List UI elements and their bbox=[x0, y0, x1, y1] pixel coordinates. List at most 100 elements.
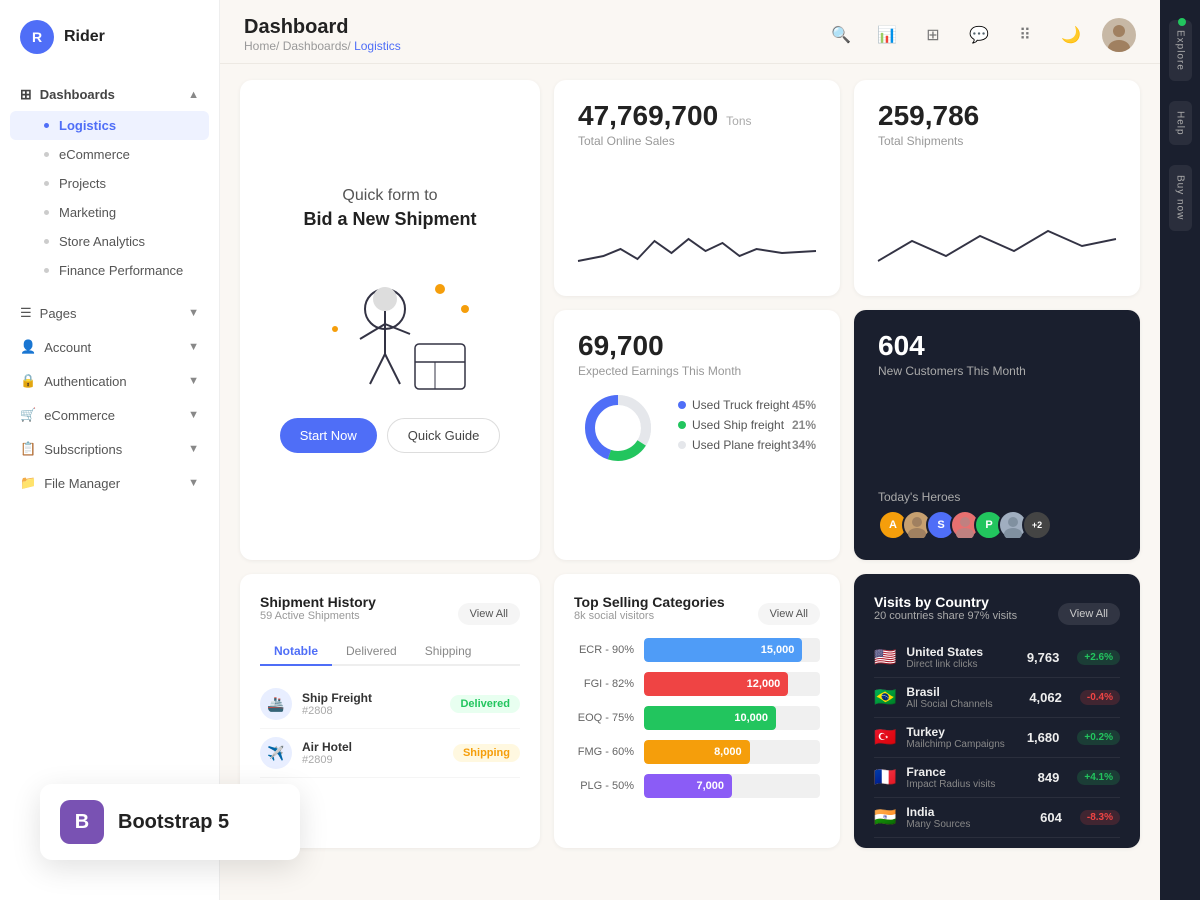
country-source: All Social Channels bbox=[906, 699, 1019, 710]
sidebar-authentication[interactable]: 🔒 Authentication ▼ bbox=[10, 365, 209, 397]
total-shipments-card: 259,786 Total Shipments bbox=[854, 80, 1140, 296]
truck-label: Used Truck freight bbox=[692, 398, 789, 412]
sidebar-logo[interactable]: R Rider bbox=[0, 20, 219, 74]
start-now-button[interactable]: Start Now bbox=[280, 418, 377, 453]
sidebar-account[interactable]: 👤 Account ▼ bbox=[10, 331, 209, 363]
promo-illustration bbox=[300, 254, 480, 394]
sidebar-item-finance-performance[interactable]: Finance Performance bbox=[10, 256, 209, 285]
dashboards-section: ⊞ Dashboards ▲ Logistics eCommerce Proje… bbox=[0, 74, 219, 289]
search-icon[interactable]: 🔍 bbox=[826, 20, 856, 50]
chart-icon[interactable]: 📊 bbox=[872, 20, 902, 50]
country-name: Turkey bbox=[906, 725, 1016, 739]
bootstrap-overlay: B Bootstrap 5 bbox=[40, 784, 300, 860]
bar-fill: 10,000 bbox=[644, 706, 776, 730]
ship-dot bbox=[678, 421, 686, 429]
bar-label: PLG - 50% bbox=[574, 780, 634, 792]
sidebar-item-ecommerce[interactable]: eCommerce bbox=[10, 140, 209, 169]
total-shipments-value: 259,786 bbox=[878, 100, 1116, 132]
countries-title: Visits by Country bbox=[874, 594, 1017, 610]
tab-notable[interactable]: Notable bbox=[260, 638, 332, 666]
countries-subtitle: 20 countries share 97% visits bbox=[874, 610, 1017, 622]
subscriptions-label: Subscriptions bbox=[44, 442, 122, 457]
quick-guide-button[interactable]: Quick Guide bbox=[387, 418, 501, 453]
new-customers-label: New Customers This Month bbox=[878, 364, 1116, 378]
header: Dashboard Home/ Dashboards/ Logistics 🔍 … bbox=[220, 0, 1160, 64]
new-customers-card: 604 New Customers This Month Today's Her… bbox=[854, 310, 1140, 561]
country-flag: 🇫🇷 bbox=[874, 767, 896, 788]
categories-subtitle: 8k social visitors bbox=[574, 610, 725, 622]
table-row: ✈️ Air Hotel #2809 Shipping bbox=[260, 729, 520, 778]
countries-view-all-button[interactable]: View All bbox=[1058, 603, 1120, 625]
dashboards-icon: ⊞ bbox=[20, 86, 32, 103]
shipment-icon: 🚢 bbox=[260, 688, 292, 720]
country-flag: 🇺🇸 bbox=[874, 647, 896, 668]
total-online-sales-card: 47,769,700 Tons Total Online Sales bbox=[554, 80, 840, 296]
tab-delivered[interactable]: Delivered bbox=[332, 638, 411, 666]
sidebar-subscriptions[interactable]: 📋 Subscriptions ▼ bbox=[10, 433, 209, 465]
table-row: 🚢 Ship Freight #2808 Delivered bbox=[260, 680, 520, 729]
account-label: Account bbox=[44, 340, 91, 355]
shipment-info: Ship Freight #2808 bbox=[302, 691, 440, 717]
avatar[interactable] bbox=[1102, 18, 1136, 52]
sidebar-file-manager[interactable]: 📁 File Manager ▼ bbox=[10, 467, 209, 499]
sidebar: R Rider ⊞ Dashboards ▲ Logistics eCommer… bbox=[0, 0, 220, 900]
total-online-sales-unit: Tons bbox=[726, 114, 751, 128]
sidebar-item-label: Projects bbox=[59, 176, 106, 191]
ecommerce-page-chevron: ▼ bbox=[188, 409, 199, 421]
categories-view-all-button[interactable]: View All bbox=[758, 603, 820, 625]
categories-title: Top Selling Categories bbox=[574, 594, 725, 610]
tab-shipping[interactable]: Shipping bbox=[411, 638, 486, 666]
sidebar-pages[interactable]: ☰ Pages ▼ bbox=[10, 297, 209, 329]
total-shipments-label: Total Shipments bbox=[878, 134, 1116, 148]
shipment-subtitle: 59 Active Shipments bbox=[260, 610, 376, 622]
grid-icon[interactable]: ⊞ bbox=[918, 20, 948, 50]
buy-now-button[interactable]: Buy now bbox=[1169, 165, 1192, 230]
auth-icon: 🔒 bbox=[20, 373, 36, 389]
country-source: Mailchimp Campaigns bbox=[906, 739, 1016, 750]
country-value: 604 bbox=[1040, 810, 1062, 825]
shipment-tabs: Notable Delivered Shipping bbox=[260, 638, 520, 666]
avatar-more: +2 bbox=[1022, 510, 1052, 540]
expected-earnings-card: 69,700 Expected Earnings This Month bbox=[554, 310, 840, 561]
plane-dot bbox=[678, 441, 686, 449]
expected-earnings-label: Expected Earnings This Month bbox=[578, 364, 816, 378]
truck-freight-item: Used Truck freight 45% bbox=[678, 398, 816, 412]
country-info: France Impact Radius visits bbox=[906, 765, 1027, 790]
country-change: -8.3% bbox=[1080, 810, 1120, 825]
country-change: +4.1% bbox=[1077, 770, 1120, 785]
bar-fill: 15,000 bbox=[644, 638, 802, 662]
status-badge: Delivered bbox=[450, 695, 520, 713]
shipment-icon-2: ✈️ bbox=[260, 737, 292, 769]
sidebar-item-marketing[interactable]: Marketing bbox=[10, 198, 209, 227]
categories-bars: ECR - 90% 15,000 FGI - 82% 12,000 EOQ - … bbox=[574, 638, 820, 798]
bar-track: 8,000 bbox=[644, 740, 820, 764]
breadcrumb-active: Logistics bbox=[354, 39, 401, 53]
overlay-text: Bootstrap 5 bbox=[118, 811, 229, 834]
country-info: Brasil All Social Channels bbox=[906, 685, 1019, 710]
country-info: United States Direct link clicks bbox=[906, 645, 1016, 670]
sidebar-item-logistics[interactable]: Logistics bbox=[10, 111, 209, 140]
help-button[interactable]: Help bbox=[1169, 101, 1192, 146]
freight-legend: Used Truck freight 45% Used Ship freight… bbox=[678, 398, 816, 458]
sidebar-item-store-analytics[interactable]: Store Analytics bbox=[10, 227, 209, 256]
moon-icon[interactable]: 🌙 bbox=[1056, 20, 1086, 50]
apps-icon[interactable]: ⠿ bbox=[1010, 20, 1040, 50]
chat-icon[interactable]: 💬 bbox=[964, 20, 994, 50]
explore-button[interactable]: Explore bbox=[1169, 20, 1192, 81]
sidebar-item-projects[interactable]: Projects bbox=[10, 169, 209, 198]
item-dot bbox=[44, 210, 49, 215]
auth-chevron: ▼ bbox=[188, 375, 199, 387]
shipment-view-all-button[interactable]: View All bbox=[458, 603, 520, 625]
bar-track: 7,000 bbox=[644, 774, 820, 798]
bar-label: ECR - 90% bbox=[574, 644, 634, 656]
countries-card: Visits by Country 20 countries share 97%… bbox=[854, 574, 1140, 848]
bar-track: 10,000 bbox=[644, 706, 820, 730]
dashboards-header[interactable]: ⊞ Dashboards ▲ bbox=[10, 78, 209, 111]
header-left: Dashboard Home/ Dashboards/ Logistics bbox=[244, 16, 401, 53]
breadcrumb-home: Home/ bbox=[244, 39, 279, 53]
list-item: 🇹🇷 Turkey Mailchimp Campaigns 1,680 +0.2… bbox=[874, 718, 1120, 758]
sidebar-ecommerce-page[interactable]: 🛒 eCommerce ▼ bbox=[10, 399, 209, 431]
promo-title: Quick form to bbox=[342, 187, 437, 205]
ship-label: Used Ship freight bbox=[692, 418, 784, 432]
plane-pct: 34% bbox=[792, 438, 816, 452]
